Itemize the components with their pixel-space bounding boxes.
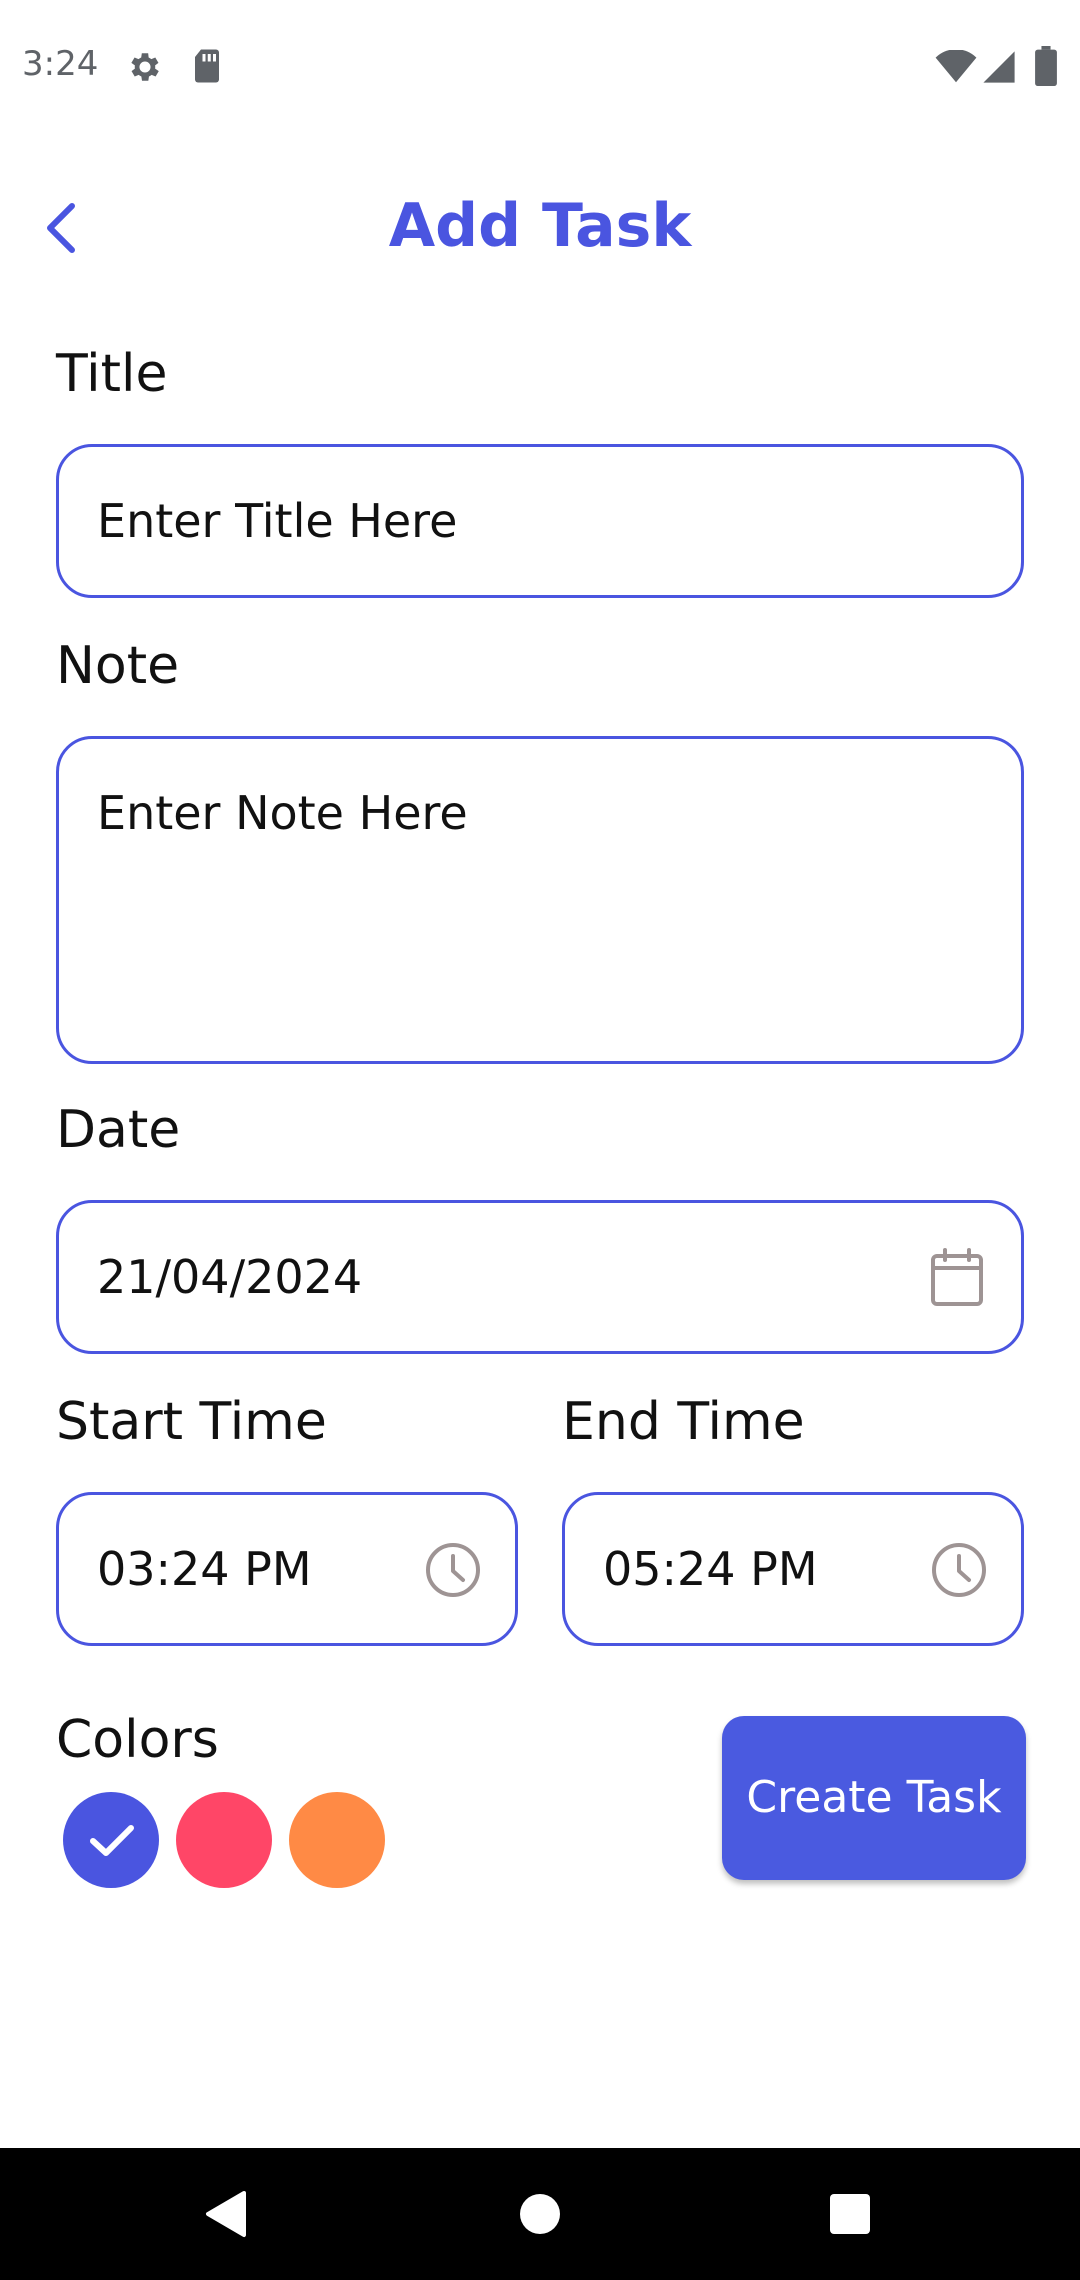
signal-icon [983,51,1015,83]
nav-home-button[interactable] [500,2174,580,2254]
recents-square-icon [830,2194,870,2234]
date-label: Date [56,1100,181,1160]
wifi-icon [935,50,977,83]
create-task-button[interactable]: Create Task [722,1716,1026,1880]
date-field[interactable]: 21/04/2024 [56,1200,1024,1354]
end-time-label: End Time [562,1392,805,1452]
color-option-blue[interactable] [63,1792,159,1888]
title-input[interactable]: Enter Title Here [56,444,1024,598]
status-bar: 3:24 [0,0,1080,130]
color-option-orange[interactable] [289,1792,385,1888]
note-label: Note [56,636,180,696]
gear-icon [131,53,159,81]
clock-icon[interactable] [929,1540,989,1600]
title-label: Title [56,344,168,404]
calendar-icon[interactable] [927,1248,987,1308]
start-time-field[interactable]: 03:24 PM [56,1492,518,1646]
start-time-label: Start Time [56,1392,327,1452]
note-placeholder: Enter Note Here [97,786,468,840]
home-circle-icon [520,2194,560,2234]
clock-icon[interactable] [423,1540,483,1600]
title-placeholder: Enter Title Here [97,494,458,548]
end-time-field[interactable]: 05:24 PM [562,1492,1024,1646]
status-time: 3:24 [22,44,99,84]
date-value: 21/04/2024 [97,1250,363,1304]
colors-label: Colors [56,1710,219,1770]
color-option-pink[interactable] [176,1792,272,1888]
nav-back-button[interactable] [186,2174,266,2254]
battery-icon [1035,46,1057,86]
nav-recents-button[interactable] [810,2174,890,2254]
start-time-value: 03:24 PM [97,1542,312,1596]
note-textarea[interactable]: Enter Note Here [56,736,1024,1064]
check-icon [90,1825,134,1856]
end-time-value: 05:24 PM [603,1542,818,1596]
system-nav-bar [0,2148,1080,2280]
back-triangle-icon [206,2191,246,2237]
sd-card-icon [195,49,219,83]
page-title: Add Task [388,191,692,261]
